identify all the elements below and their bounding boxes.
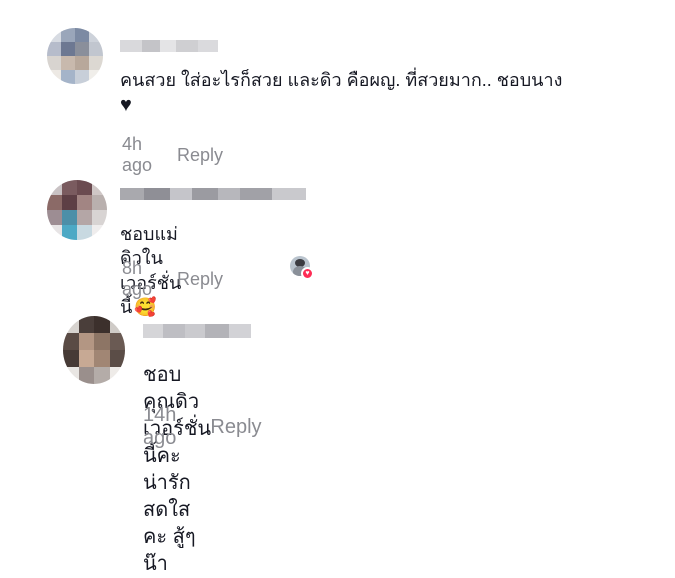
comment-meta: 4h ago Reply xyxy=(122,134,223,176)
comment-text-content: คนสวย ใส่อะไรก็สวย และดิว คือผญ. ที่สวยม… xyxy=(120,70,563,90)
timestamp: 14h ago xyxy=(143,404,177,449)
reply-button[interactable]: Reply xyxy=(210,416,261,439)
username-blurred[interactable] xyxy=(120,188,306,200)
comment-meta: 14h ago Reply xyxy=(143,404,262,450)
comment-meta: 8h ago Reply xyxy=(122,258,223,300)
avatar[interactable] xyxy=(47,180,107,240)
avatar[interactable] xyxy=(47,28,103,84)
username-blurred[interactable] xyxy=(143,324,251,338)
comment-text-content: ชอบคุณดิวเวอร์ชั่นนี้คะ น่ารักสดใสคะ สู้… xyxy=(143,364,212,575)
reply-button[interactable]: Reply xyxy=(177,145,223,166)
reply-button[interactable]: Reply xyxy=(177,269,223,290)
timestamp: 4h ago xyxy=(122,134,153,175)
comment-text: ชอบคุณดิวเวอร์ชั่นนี้คะ น่ารักสดใสคะ สู้… xyxy=(143,362,211,578)
heart-icon: ♥ xyxy=(120,94,132,117)
username-blurred[interactable] xyxy=(120,40,218,52)
timestamp: 8h ago xyxy=(122,258,153,299)
creator-liked-icon: ♥ xyxy=(290,256,314,280)
comment-text: คนสวย ใส่อะไรก็สวย และดิว คือผญ. ที่สวยม… xyxy=(120,68,665,119)
avatar[interactable] xyxy=(63,316,125,384)
